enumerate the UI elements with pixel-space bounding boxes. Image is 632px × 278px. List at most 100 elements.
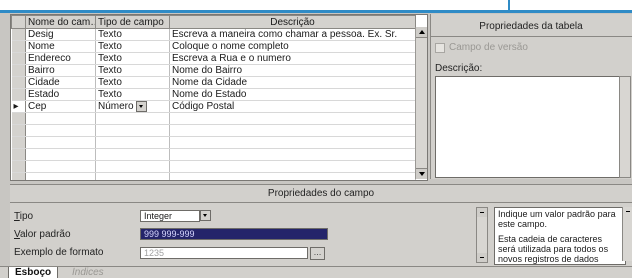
empty-cell[interactable] — [25, 172, 96, 180]
field-desc-cell[interactable]: Escreva a maneira como chamar a pessoa. … — [169, 28, 416, 41]
help-scrollbar-left[interactable] — [476, 207, 488, 263]
row-selector[interactable] — [11, 40, 26, 53]
table-row[interactable]: Nome Texto Coloque o nome completo — [11, 40, 416, 53]
table-row[interactable]: Bairro Texto Nome do Bairro — [11, 64, 416, 77]
row-selector[interactable] — [11, 160, 26, 174]
grid-scrollbar[interactable] — [415, 27, 427, 179]
table-row-empty[interactable] — [11, 172, 416, 180]
row-selector[interactable] — [11, 88, 26, 101]
header-field-type[interactable]: Tipo de campo — [95, 15, 170, 29]
empty-cell[interactable] — [95, 112, 170, 126]
empty-cell[interactable] — [95, 148, 170, 162]
format-example-input[interactable]: 1235 — [140, 247, 308, 259]
header-field-name[interactable]: Nome do cam… — [25, 15, 96, 29]
table-row-current[interactable]: ▸ Cep Número Código Postal — [11, 100, 416, 114]
empty-cell[interactable] — [95, 160, 170, 174]
row-selector[interactable] — [11, 112, 26, 126]
field-name-cell[interactable]: Nome — [25, 40, 96, 53]
row-selector[interactable] — [11, 148, 26, 162]
field-name-cell[interactable]: Cep — [25, 100, 96, 114]
default-value-input[interactable]: 999 999-999 — [140, 228, 328, 240]
row-selector[interactable] — [11, 52, 26, 65]
table-row-empty[interactable] — [11, 112, 416, 126]
table-row[interactable]: Estado Texto Nome do Estado — [11, 88, 416, 101]
empty-cell[interactable] — [25, 136, 96, 150]
field-desc-cell[interactable]: Nome do Bairro — [169, 64, 416, 77]
empty-cell[interactable] — [169, 160, 416, 174]
accent-bar — [0, 10, 632, 13]
row-selector[interactable] — [11, 172, 26, 180]
version-field-checkbox[interactable]: Campo de versão — [435, 42, 528, 53]
chevron-down-icon[interactable] — [200, 210, 211, 221]
field-type-cell[interactable]: Texto — [95, 52, 170, 65]
scroll-down-button[interactable] — [416, 168, 427, 179]
field-desc-cell[interactable]: Coloque o nome completo — [169, 40, 416, 53]
row-selector[interactable] — [11, 64, 26, 77]
help-text-1: Indique um valor padrão para este campo. — [498, 209, 616, 229]
description-textarea[interactable] — [435, 76, 621, 178]
field-desc-cell[interactable]: Código Postal — [169, 100, 416, 114]
help-text-2: Esta cadeia de caracteres será utilizada… — [498, 234, 609, 264]
tab-indexes[interactable]: Índices — [66, 267, 110, 278]
empty-cell[interactable] — [95, 136, 170, 150]
table-row-empty[interactable] — [11, 136, 416, 150]
field-desc-cell[interactable]: Nome da Cidade — [169, 76, 416, 89]
field-name-cell[interactable]: Endereco — [25, 52, 96, 65]
row-selector[interactable] — [11, 136, 26, 150]
field-type-cell[interactable]: Texto — [95, 64, 170, 77]
table-row[interactable]: Endereco Texto Escreva a Rua e o numero — [11, 52, 416, 65]
accent-notch — [508, 0, 510, 13]
field-type-cell[interactable]: Texto — [95, 28, 170, 41]
scroll-down-button[interactable] — [477, 253, 487, 262]
empty-cell[interactable] — [95, 124, 170, 138]
table-row-empty[interactable] — [11, 160, 416, 174]
minus-icon — [626, 211, 630, 212]
field-name-cell[interactable]: Cidade — [25, 76, 96, 89]
row-selector[interactable] — [11, 124, 26, 138]
row-selector-header[interactable] — [11, 15, 26, 29]
header-row: Nome do cam… Tipo de campo Descrição — [11, 15, 416, 29]
empty-cell[interactable] — [169, 112, 416, 126]
row-selector[interactable] — [11, 76, 26, 89]
row-selector-current[interactable]: ▸ — [11, 100, 26, 114]
description-scrollbar[interactable] — [619, 76, 631, 178]
field-desc-cell[interactable]: Nome do Estado — [169, 88, 416, 101]
empty-cell[interactable] — [169, 172, 416, 180]
field-desc-cell[interactable]: Escreva a Rua e o numero — [169, 52, 416, 65]
field-name-cell[interactable]: Estado — [25, 88, 96, 101]
help-text-box: Indique um valor padrão para este campo.… — [494, 207, 626, 265]
empty-cell[interactable] — [169, 124, 416, 138]
chevron-down-icon[interactable] — [136, 101, 148, 112]
tab-design[interactable]: Esboço — [8, 267, 59, 278]
scroll-up-button[interactable] — [477, 208, 487, 217]
empty-cell[interactable] — [169, 136, 416, 150]
field-type-cell[interactable]: Texto — [95, 40, 170, 53]
checkbox-box[interactable] — [435, 42, 445, 53]
table-row-empty[interactable] — [11, 148, 416, 162]
field-type-cell[interactable]: Número — [95, 100, 170, 114]
arrow-down-icon — [419, 172, 425, 176]
field-properties-panel: Propriedades do campo Tipo Integer Valor… — [10, 184, 632, 273]
ellipsis-button[interactable]: … — [310, 247, 325, 260]
field-type-cell[interactable]: Texto — [95, 88, 170, 101]
scroll-up-button[interactable] — [416, 27, 427, 38]
help-scrollbar-right[interactable] — [622, 207, 632, 261]
minus-icon — [480, 257, 484, 258]
empty-cell[interactable] — [25, 112, 96, 126]
field-type-cell[interactable]: Texto — [95, 76, 170, 89]
empty-cell[interactable] — [169, 148, 416, 162]
type-label-rest: ipo — [19, 211, 34, 222]
minus-icon — [480, 212, 484, 213]
table-row[interactable]: Cidade Texto Nome da Cidade — [11, 76, 416, 89]
field-name-cell[interactable]: Bairro — [25, 64, 96, 77]
table-row[interactable]: Desig Texto Escreva a maneira como chama… — [11, 28, 416, 41]
empty-cell[interactable] — [95, 172, 170, 180]
empty-cell[interactable] — [25, 124, 96, 138]
field-name-cell[interactable]: Desig — [25, 28, 96, 41]
empty-cell[interactable] — [25, 160, 96, 174]
header-description[interactable]: Descrição — [169, 15, 416, 29]
empty-cell[interactable] — [25, 148, 96, 162]
table-row-empty[interactable] — [11, 124, 416, 138]
row-selector[interactable] — [11, 28, 26, 41]
type-select[interactable]: Integer — [140, 210, 200, 222]
